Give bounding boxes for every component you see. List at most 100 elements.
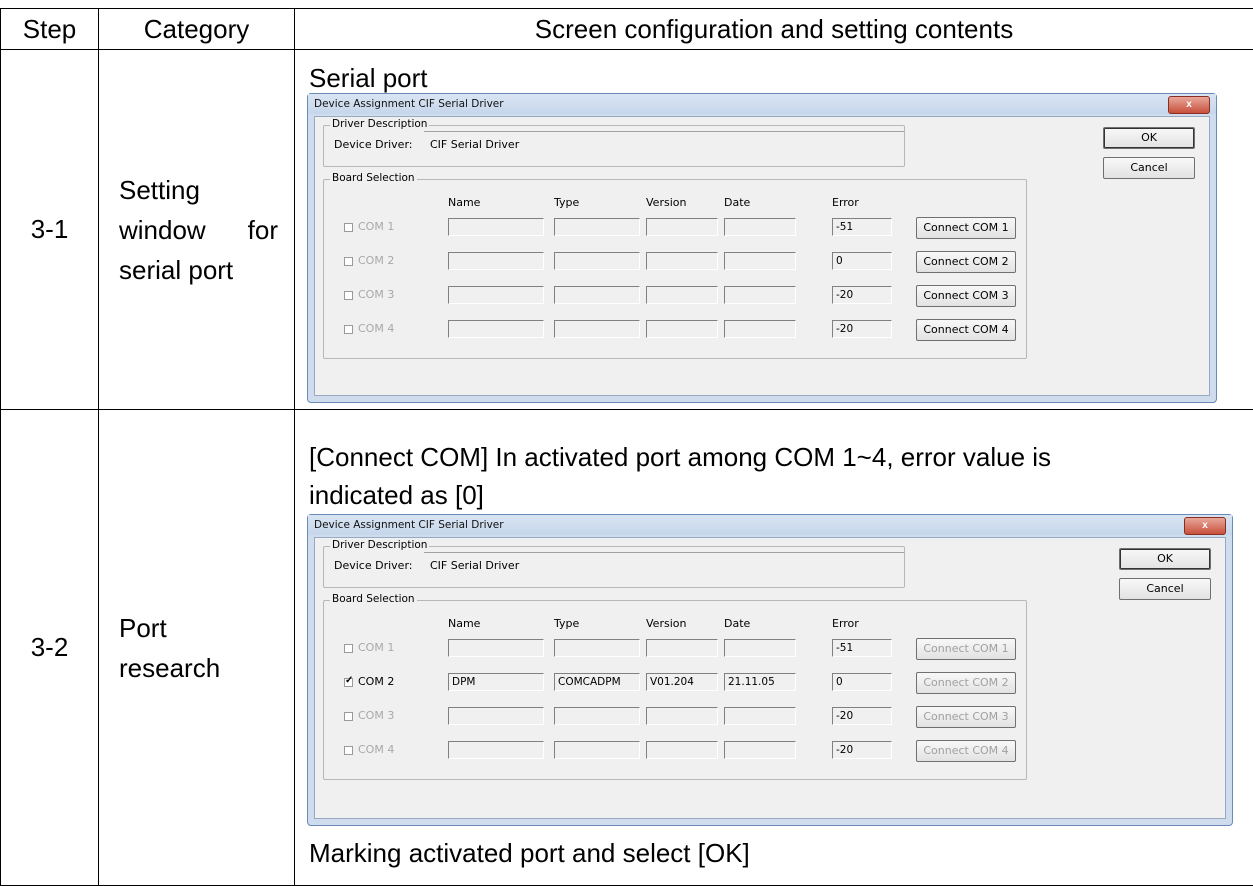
category-line: Setting [119,174,200,205]
col-name-header: Name [448,616,481,630]
com-4-version-field [646,319,718,338]
ok-button[interactable]: OK [1119,547,1211,570]
com-1-version-field [646,638,718,657]
group-label: Driver Description [330,117,430,130]
step-cell: 3-1 [0,49,99,410]
dialog-body: Driver Description Device Driver: CIF Seri… [314,115,1210,396]
header-content: Screen configuration and setting content… [294,8,1253,50]
com-3-checkbox[interactable] [344,290,353,300]
device-driver-value: CIF Serial Driver [430,137,520,151]
device-driver-value: CIF Serial Driver [430,558,520,572]
connect-com-1-button[interactable]: Connect COM 1 [916,216,1016,239]
cancel-button[interactable]: Cancel [1103,156,1195,179]
category-word: for [247,214,278,245]
com-1-label[interactable]: COM 1 [358,220,394,233]
dialog-body: Driver Description Device Driver: CIF Seri… [314,536,1226,819]
com-1-version-field [646,217,718,236]
com-1-label[interactable]: COM 1 [358,641,394,654]
group-label: Board Selection [330,592,417,605]
com-2-error-field: 0 [832,251,892,270]
connect-com-2-button[interactable]: Connect COM 2 [916,671,1016,694]
connect-com-4-button[interactable]: Connect COM 4 [916,739,1016,762]
com-3-label[interactable]: COM 3 [358,288,394,301]
connect-com-4-button[interactable]: Connect COM 4 [916,318,1016,341]
close-icon[interactable]: x [1184,516,1226,535]
board-selection-group: Board Selection Name Type Version Date Error C… [323,592,1027,780]
com-2-version-field: V01.204 [646,672,718,691]
category-line: serial port [119,254,234,285]
com-2-label[interactable]: COM 2 [358,254,394,267]
com-1-checkbox[interactable] [344,643,353,653]
com-3-label[interactable]: COM 3 [358,709,394,722]
com-3-version-field [646,285,718,304]
header-row: Step Category Screen configuration and s… [0,8,1253,50]
com-4-type-field [554,740,640,759]
com-3-name-field [448,285,544,304]
row-3-1: 3-1 Setting window for serial port Seria… [0,49,1253,410]
close-icon[interactable]: x [1168,95,1210,114]
com-1-type-field [554,217,640,236]
com-2-label[interactable]: COM 2 [358,675,394,688]
com-4-label[interactable]: COM 4 [358,322,394,335]
com-2-checkbox[interactable] [344,256,353,266]
com-3-name-field [448,706,544,725]
ok-button[interactable]: OK [1103,126,1195,149]
col-type-header: Type [554,616,580,630]
category-line: research [119,652,221,683]
com-2-date-field [724,251,796,270]
procedure-table: Step Category Screen configuration and s… [0,8,1253,886]
category-line: Port [119,612,167,643]
col-version-header: Version [646,195,687,209]
device-assignment-dialog: Device Assignment CIF Serial Driver x Driv… [307,513,1233,826]
header-category: Category [98,8,295,50]
group-label: Driver Description [330,538,430,551]
dialog-title: Device Assignment CIF Serial Driver [308,93,1216,114]
connect-com-3-button[interactable]: Connect COM 3 [916,705,1016,728]
com-4-error-field: -20 [832,319,892,338]
content-title-line-2: indicated as [0] [309,479,484,510]
device-driver-label: Device Driver: [334,558,413,572]
header-step: Step [0,8,99,50]
com-4-name-field [448,319,544,338]
com-2-checkbox[interactable] [344,675,353,687]
content-cell: [Connect COM] In activated port among CO… [294,409,1253,886]
col-name-header: Name [448,195,481,209]
com-3-type-field [554,285,640,304]
com-3-checkbox[interactable] [344,711,353,721]
com-4-checkbox[interactable] [344,745,353,755]
col-error-header: Error [832,195,859,209]
device-assignment-dialog: Device Assignment CIF Serial Driver x Driv… [307,92,1217,403]
com-4-type-field [554,319,640,338]
com-4-label[interactable]: COM 4 [358,743,394,756]
category-cell: Setting window for serial port [98,49,295,410]
com-2-name-field: DPM [448,672,544,691]
category-word: window [119,214,206,245]
driver-description-group: Driver Description Device Driver: CIF Seri… [323,117,905,167]
connect-com-2-button[interactable]: Connect COM 2 [916,250,1016,273]
com-1-checkbox[interactable] [344,222,353,232]
group-label: Board Selection [330,171,417,184]
driver-description-group: Driver Description Device Driver: CIF Seri… [323,538,905,588]
col-date-header: Date [724,616,751,630]
col-error-header: Error [832,616,859,630]
com-3-error-field: -20 [832,285,892,304]
cancel-button[interactable]: Cancel [1119,577,1211,600]
device-driver-label: Device Driver: [334,137,413,151]
col-type-header: Type [554,195,580,209]
com-4-error-field: -20 [832,740,892,759]
com-4-name-field [448,740,544,759]
connect-com-3-button[interactable]: Connect COM 3 [916,284,1016,307]
content-title: Serial port [309,62,428,93]
category-line: window for [119,210,294,250]
com-2-date-field: 21.11.05 [724,672,796,691]
com-1-name-field [448,638,544,657]
com-1-error-field: -51 [832,638,892,657]
footer-text: Marking activated port and select [OK] [309,837,750,868]
com-2-type-field: COMCADPM [554,672,640,691]
com-4-date-field [724,319,796,338]
com-4-version-field [646,740,718,759]
com-2-error-field: 0 [832,672,892,691]
connect-com-1-button[interactable]: Connect COM 1 [916,637,1016,660]
com-4-checkbox[interactable] [344,324,353,334]
col-date-header: Date [724,195,751,209]
